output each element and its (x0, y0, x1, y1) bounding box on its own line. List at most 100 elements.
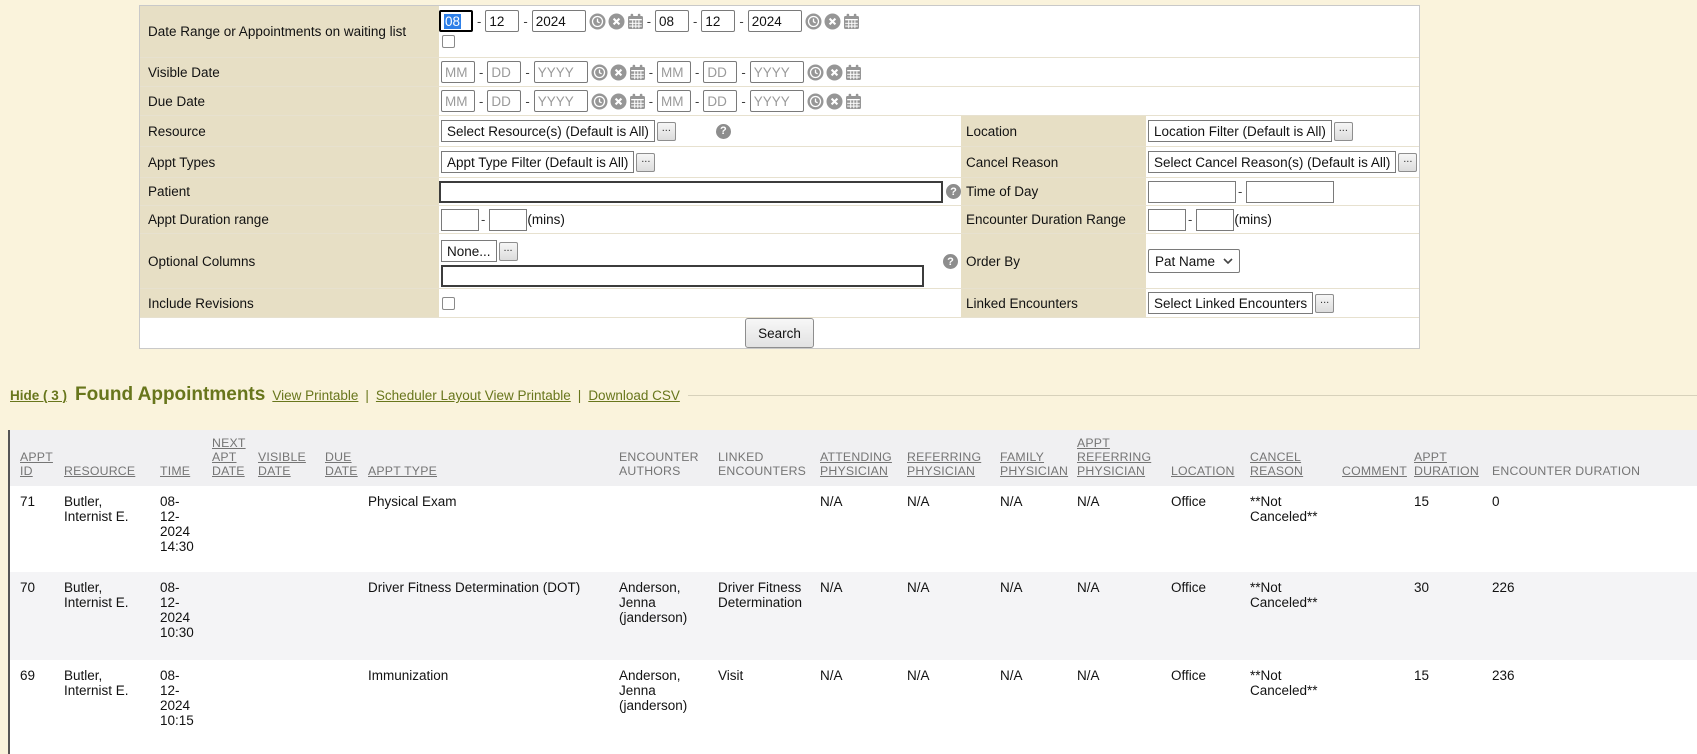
visible-from-year-input[interactable]: YYYY (534, 61, 588, 83)
date-from-year-input[interactable]: 2024 (532, 10, 586, 32)
patient-input[interactable] (439, 181, 943, 203)
clock-icon[interactable] (591, 93, 608, 110)
cancel-reason-browse-button[interactable]: ... (1398, 153, 1417, 172)
download-csv-link[interactable]: Download CSV (588, 388, 680, 403)
linked-encounters-browse-button[interactable]: ... (1315, 294, 1334, 313)
date-from-day-input[interactable]: 12 (485, 10, 519, 32)
visible-date-row: Visible Date MM - DD - YYYY - MM - DD - … (140, 58, 1419, 87)
hide-results-link[interactable]: Hide ( 3 ) (10, 388, 67, 403)
appt-duration-min-input[interactable] (441, 209, 479, 231)
visible-from-day-input[interactable]: DD (487, 61, 521, 83)
table-cell: 15 (1404, 486, 1482, 572)
col-header-appt-type[interactable]: APPT TYPE (368, 464, 437, 478)
patient-help-icon[interactable]: ? (946, 184, 961, 199)
col-header-appt-duration[interactable]: APPT DURATION (1414, 450, 1479, 478)
due-to-year-input[interactable]: YYYY (750, 90, 804, 112)
optional-columns-selected-input[interactable] (441, 265, 924, 287)
date-to-day-input[interactable]: 12 (701, 10, 735, 32)
date-to-year-input[interactable]: 2024 (748, 10, 802, 32)
linked-encounters-select[interactable]: Select Linked Encounters (1148, 292, 1313, 314)
location-browse-button[interactable]: ... (1334, 122, 1353, 141)
col-header-family-physician[interactable]: FAMILY PHYSICIAN (1000, 450, 1068, 478)
cancel-reason-label: Cancel Reason (961, 147, 1146, 177)
include-revisions-row: Include Revisions Linked Encounters Sele… (140, 289, 1419, 318)
due-from-year-input[interactable]: YYYY (534, 90, 588, 112)
visible-to-day-input[interactable]: DD (703, 61, 737, 83)
due-from-day-input[interactable]: DD (487, 90, 521, 112)
clear-icon[interactable] (610, 64, 627, 81)
encounter-duration-max-input[interactable] (1196, 209, 1234, 231)
appt-type-filter-select[interactable]: Appt Type Filter (Default is All) (441, 151, 634, 173)
due-to-month-input[interactable]: MM (657, 90, 691, 112)
clear-icon[interactable] (826, 93, 843, 110)
optional-columns-select[interactable]: None... (441, 240, 497, 262)
clock-icon[interactable] (807, 93, 824, 110)
optional-columns-help-icon[interactable]: ? (943, 254, 958, 269)
table-cell: 0 (1482, 486, 1697, 572)
clock-icon[interactable] (589, 13, 606, 30)
col-header-due-date[interactable]: DUE DATE (325, 450, 358, 478)
view-printable-link[interactable]: View Printable (272, 388, 358, 403)
col-header-location[interactable]: LOCATION (1171, 464, 1235, 478)
waiting-list-checkbox[interactable] (442, 35, 455, 48)
col-header-resource[interactable]: RESOURCE (64, 464, 135, 478)
resource-browse-button[interactable]: ... (657, 122, 676, 141)
table-cell: 15 (1404, 660, 1482, 754)
col-header-cancel-reason[interactable]: CANCEL REASON (1250, 450, 1303, 478)
include-revisions-checkbox[interactable] (442, 297, 455, 310)
scheduler-layout-view-printable-link[interactable]: Scheduler Layout View Printable (376, 388, 571, 403)
clock-icon[interactable] (807, 64, 824, 81)
clear-icon[interactable] (824, 13, 841, 30)
table-cell: 69 (10, 660, 54, 754)
appt-type-browse-button[interactable]: ... (636, 153, 655, 172)
location-select[interactable]: Location Filter (Default is All) (1148, 120, 1332, 142)
due-to-day-input[interactable]: DD (703, 90, 737, 112)
time-of-day-from-input[interactable] (1148, 181, 1236, 203)
col-header-referring-physician[interactable]: REFERRING PHYSICIAN (907, 450, 981, 478)
calendar-icon[interactable] (629, 93, 646, 110)
date-from-month-input[interactable]: 08 (439, 10, 473, 32)
col-header-next-apt-date[interactable]: NEXT APT DATE (212, 436, 246, 478)
linked-encounters-label: Linked Encounters (961, 289, 1146, 317)
table-cell: 08-12-2024 14:30 (150, 486, 202, 572)
date-to-month-input[interactable]: 08 (655, 10, 689, 32)
calendar-icon[interactable] (845, 64, 862, 81)
col-header-encounter-duration: ENCOUNTER DURATION (1492, 464, 1640, 478)
appt-duration-max-input[interactable] (489, 209, 527, 231)
table-cell: Butler, Internist E. (54, 486, 150, 572)
appt-duration-units: (mins) (527, 212, 565, 227)
visible-to-month-input[interactable]: MM (657, 61, 691, 83)
clear-icon[interactable] (610, 93, 627, 110)
search-button[interactable]: Search (745, 318, 814, 348)
calendar-icon[interactable] (629, 64, 646, 81)
col-header-visible-date[interactable]: VISIBLE DATE (258, 450, 306, 478)
optional-columns-browse-button[interactable]: ... (499, 242, 518, 261)
table-cell (202, 572, 248, 660)
resource-help-icon[interactable]: ? (716, 124, 731, 139)
clock-icon[interactable] (591, 64, 608, 81)
optional-columns-label: Optional Columns (140, 234, 439, 288)
col-header-comment[interactable]: COMMENT (1342, 464, 1407, 478)
col-header-time[interactable]: TIME (160, 464, 190, 478)
col-header-appt-id[interactable]: APPT ID (20, 450, 53, 478)
due-from-month-input[interactable]: MM (441, 90, 475, 112)
calendar-icon[interactable] (843, 13, 860, 30)
table-cell: Driver Fitness Determination (708, 572, 810, 660)
clear-icon[interactable] (608, 13, 625, 30)
calendar-icon[interactable] (627, 13, 644, 30)
col-header-appt-referring-physician[interactable]: APPT REFERRING PHYSICIAN (1077, 436, 1151, 478)
visible-from-month-input[interactable]: MM (441, 61, 475, 83)
resource-select[interactable]: Select Resource(s) (Default is All) (441, 120, 655, 142)
chevron-down-icon (1223, 258, 1233, 264)
order-by-select[interactable]: Pat Name (1148, 249, 1240, 273)
resource-label: Resource (140, 116, 439, 146)
visible-to-year-input[interactable]: YYYY (750, 61, 804, 83)
date-range-label: Date Range or Appointments on waiting li… (140, 6, 439, 57)
cancel-reason-select[interactable]: Select Cancel Reason(s) (Default is All) (1148, 151, 1396, 173)
clock-icon[interactable] (805, 13, 822, 30)
time-of-day-to-input[interactable] (1246, 181, 1334, 203)
encounter-duration-min-input[interactable] (1148, 209, 1186, 231)
clear-icon[interactable] (826, 64, 843, 81)
col-header-attending-physician[interactable]: ATTENDING PHYSICIAN (820, 450, 892, 478)
calendar-icon[interactable] (845, 93, 862, 110)
